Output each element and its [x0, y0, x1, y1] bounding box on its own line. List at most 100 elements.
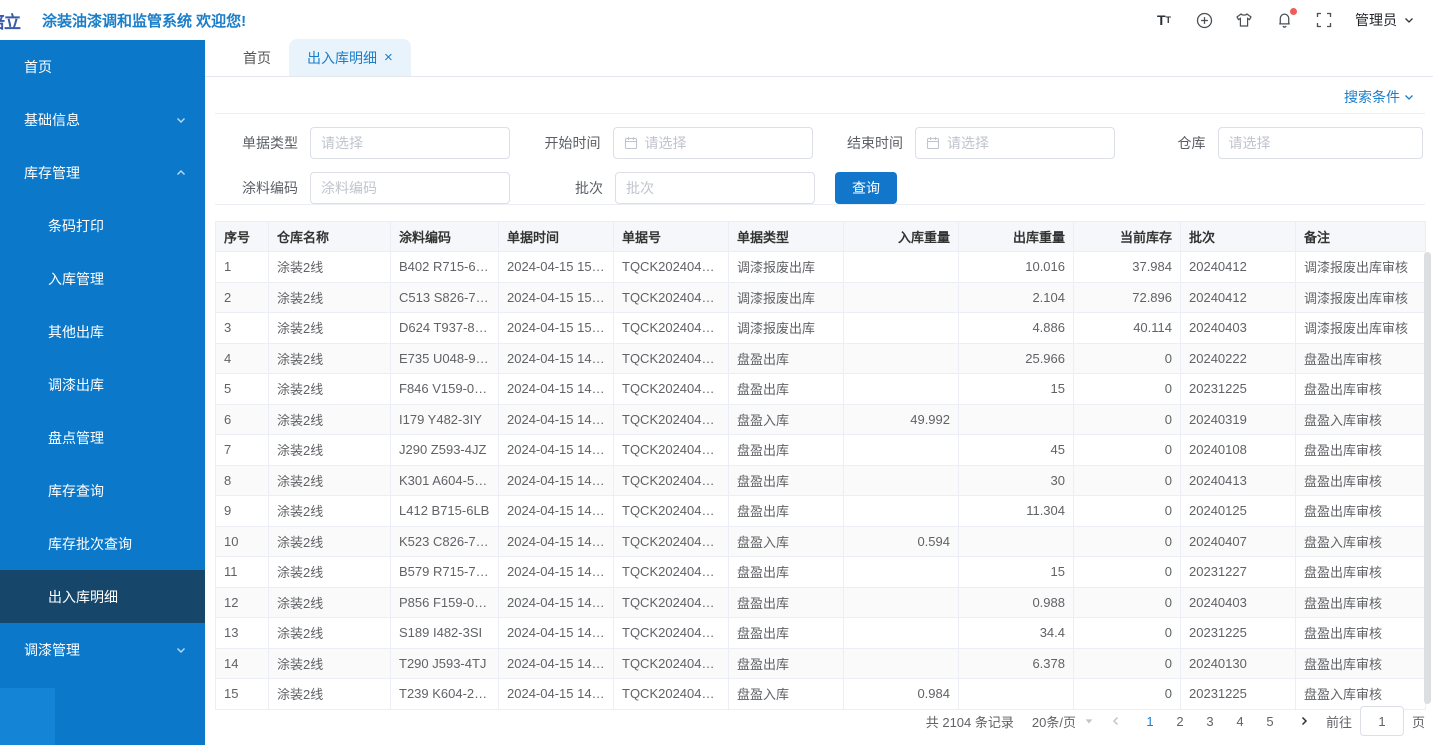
page-number-2[interactable]: 2 [1168, 709, 1192, 733]
table-cell: 11 [216, 557, 269, 588]
table-row: 2涂装2线C513 S826-7CS2024-04-15 15:...TQCK2… [216, 282, 1426, 313]
column-header: 批次 [1181, 222, 1296, 252]
page-number-5[interactable]: 5 [1258, 709, 1282, 733]
goto-page-input[interactable] [1360, 706, 1404, 736]
table-cell: 盘盈出库 [729, 343, 844, 374]
paint-code-placeholder: 涂料编码 [321, 178, 377, 198]
table-cell: 49.992 [844, 404, 959, 435]
table-cell: S189 I482-3SI [391, 618, 499, 649]
close-icon[interactable]: × [384, 50, 393, 65]
field-paint-code: 涂料编码 涂料编码 [215, 172, 520, 204]
table-cell: 0 [1074, 648, 1181, 679]
paint-code-input[interactable]: 涂料编码 [310, 172, 510, 204]
table-cell: 调漆报废出库 [729, 252, 844, 283]
sidebar-item-首页[interactable]: 首页 [0, 40, 205, 93]
sidebar-item-库存查询[interactable]: 库存查询 [0, 464, 205, 517]
table-cell: 涂装2线 [269, 465, 391, 496]
table-cell: 涂装2线 [269, 496, 391, 527]
table-cell: 40.114 [1074, 313, 1181, 344]
chevron-down-icon [1084, 716, 1094, 726]
table-cell: 涂装2线 [269, 557, 391, 588]
table-cell: 盘盈出库审核 [1296, 374, 1426, 405]
sidebar-item-库存管理[interactable]: 库存管理 [0, 146, 205, 199]
table-cell: 调漆报废出库 [729, 313, 844, 344]
start-time-input[interactable]: 请选择 [613, 127, 813, 159]
table-cell: 盘盈出库 [729, 465, 844, 496]
table-row: 13涂装2线S189 I482-3SI2024-04-15 14:...TQCK… [216, 618, 1426, 649]
table-cell: 0 [1074, 557, 1181, 588]
sidebar-item-调漆管理[interactable]: 调漆管理 [0, 623, 205, 676]
table-cell: C513 S826-7CS [391, 282, 499, 313]
sidebar-item-基础信息[interactable]: 基础信息 [0, 93, 205, 146]
table-cell: B402 R715-6BR [391, 252, 499, 283]
column-header: 出库重量 [959, 222, 1074, 252]
user-menu[interactable]: 管理员 [1355, 10, 1415, 30]
table-cell: 涂装2线 [269, 404, 391, 435]
column-header: 序号 [216, 222, 269, 252]
table-cell [959, 404, 1074, 435]
warehouse-select[interactable]: 请选择 [1218, 127, 1423, 159]
table-cell [844, 465, 959, 496]
table-cell: 20240412 [1181, 252, 1296, 283]
doc-type-select[interactable]: 请选择 [310, 127, 510, 159]
table-cell: 20231225 [1181, 374, 1296, 405]
table-cell: 盘盈入库 [729, 404, 844, 435]
table-cell [844, 313, 959, 344]
table-row: 11涂装2线B579 R715-7AQ2024-04-15 14:...TQCK… [216, 557, 1426, 588]
page-size-select[interactable]: 20条/页 [1032, 712, 1094, 731]
table-cell: 25.966 [959, 343, 1074, 374]
sidebar-item-库存批次查询[interactable]: 库存批次查询 [0, 517, 205, 570]
table-cell [844, 374, 959, 405]
pagination-bar: 共 2104 条记录 20条/页 12345 前往 页 [926, 706, 1425, 736]
tab-首页[interactable]: 首页 [225, 39, 289, 76]
table-row: 6涂装2线I179 Y482-3IY2024-04-15 14:...TQCK2… [216, 404, 1426, 435]
table-cell [844, 343, 959, 374]
sidebar-item-入库管理[interactable]: 入库管理 [0, 252, 205, 305]
sidebar-collapse-button[interactable] [0, 688, 55, 745]
fullscreen-icon[interactable] [1315, 11, 1333, 29]
page-number-3[interactable]: 3 [1198, 709, 1222, 733]
sidebar-item-条码打印[interactable]: 条码打印 [0, 199, 205, 252]
main-content: 首页出入库明细× 搜索条件 单据类型 请选择 开始时间 [205, 40, 1433, 745]
table-cell: 0 [1074, 435, 1181, 466]
circle-plus-icon[interactable] [1195, 11, 1213, 29]
table-body: 1涂装2线B402 R715-6BR2024-04-15 15:...TQCK2… [216, 252, 1426, 710]
prev-page-button[interactable] [1104, 709, 1128, 733]
table-cell: 涂装2线 [269, 526, 391, 557]
query-button[interactable]: 查询 [835, 172, 897, 204]
theme-shirt-icon[interactable] [1235, 11, 1253, 29]
table-row: 15涂装2线T239 K604-2RH2024-04-15 14:...TQCK… [216, 679, 1426, 710]
table-cell: TQCK2024041.... [614, 679, 729, 710]
table-cell: 盘盈出库审核 [1296, 618, 1426, 649]
next-page-button[interactable] [1292, 709, 1316, 733]
table-cell: 2024-04-15 14:... [499, 679, 614, 710]
table-scrollbar[interactable] [1424, 252, 1431, 704]
sidebar-item-盘点管理[interactable]: 盘点管理 [0, 411, 205, 464]
table-cell: 0 [1074, 526, 1181, 557]
table-cell [844, 557, 959, 588]
table-cell: 0.984 [844, 679, 959, 710]
table-cell: 盘盈出库 [729, 496, 844, 527]
font-size-icon[interactable]: TT [1155, 11, 1173, 29]
table-cell: 2024-04-15 14:... [499, 618, 614, 649]
sidebar-item-其他出库[interactable]: 其他出库 [0, 305, 205, 358]
table-cell: F846 V159-0FV [391, 374, 499, 405]
table-cell: 0 [1074, 496, 1181, 527]
batch-input[interactable]: 批次 [615, 172, 815, 204]
bell-icon[interactable] [1275, 11, 1293, 29]
search-condition-toggle[interactable]: 搜索条件 [1344, 87, 1415, 107]
sidebar-item-调漆出库[interactable]: 调漆出库 [0, 358, 205, 411]
table-cell: TQCK2024041.... [614, 404, 729, 435]
table-cell: 盘盈出库 [729, 435, 844, 466]
chevron-down-icon [1403, 91, 1415, 103]
sidebar-item-出入库明细[interactable]: 出入库明细 [0, 570, 205, 623]
end-time-input[interactable]: 请选择 [915, 127, 1115, 159]
table-cell: 盘盈入库审核 [1296, 679, 1426, 710]
column-header: 备注 [1296, 222, 1426, 252]
page-number-4[interactable]: 4 [1228, 709, 1252, 733]
page-number-1[interactable]: 1 [1138, 709, 1162, 733]
end-time-placeholder: 请选择 [947, 133, 989, 153]
table-cell: 7 [216, 435, 269, 466]
table-cell [844, 435, 959, 466]
tab-出入库明细[interactable]: 出入库明细× [289, 39, 411, 76]
